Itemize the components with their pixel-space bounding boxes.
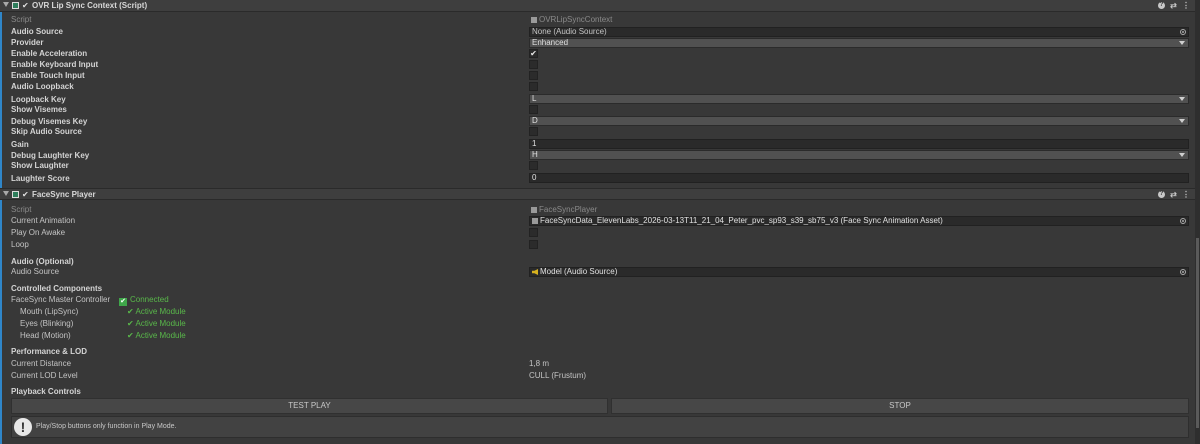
help-icon[interactable]: ?	[1158, 191, 1165, 198]
module-label: Eyes (Blinking)	[20, 319, 74, 328]
audio-source-field[interactable]: None (Audio Source)	[529, 27, 1189, 37]
module-label: Mouth (LipSync)	[20, 307, 79, 316]
gain-label: Gain	[11, 140, 29, 149]
object-picker-icon[interactable]	[1180, 269, 1186, 275]
chevron-down-icon	[1179, 41, 1185, 45]
gain-field[interactable]: 1	[529, 139, 1189, 149]
speaker-icon	[532, 269, 538, 275]
component-title: FaceSync Player	[32, 190, 96, 199]
enable-touch-label: Enable Touch Input	[11, 71, 85, 80]
script-asset-icon	[531, 17, 537, 23]
debug-laughter-key-dropdown[interactable]: H	[529, 150, 1189, 160]
show-laughter-checkbox[interactable]	[529, 161, 538, 170]
script-field: OVRLipSyncContext	[529, 15, 1189, 25]
controlled-components-header: Controlled Components	[11, 284, 103, 293]
enable-keyboard-checkbox[interactable]	[529, 60, 538, 69]
performance-lod-header: Performance & LOD	[11, 347, 88, 356]
loop-checkbox[interactable]	[529, 240, 538, 249]
enable-acceleration-checkbox[interactable]: ✔	[529, 49, 538, 58]
show-laughter-label: Show Laughter	[11, 161, 69, 170]
current-lod-value: CULL (Frustum)	[529, 371, 587, 380]
skip-audio-source-checkbox[interactable]	[529, 127, 538, 136]
current-animation-label: Current Animation	[11, 216, 76, 225]
scrollbar-thumb[interactable]	[1196, 238, 1199, 428]
object-picker-icon[interactable]	[1180, 218, 1186, 224]
playback-controls-header: Playback Controls	[11, 387, 81, 396]
master-controller-label: FaceSync Master Controller	[11, 295, 111, 304]
help-icon[interactable]: ?	[1158, 2, 1165, 9]
foldout-arrow-icon[interactable]	[3, 2, 9, 7]
script-field: FaceSyncPlayer	[529, 205, 1189, 215]
chevron-down-icon	[1179, 97, 1185, 101]
facesync-component-header[interactable]: ✔ FaceSync Player ? ⇄ ⋮	[0, 188, 1200, 200]
help-text: Play/Stop buttons only function in Play …	[36, 423, 177, 430]
play-on-awake-label: Play On Awake	[11, 228, 66, 237]
script-label: Script	[11, 205, 32, 214]
check-icon: ✔	[127, 319, 134, 328]
audio-source-label: Audio Source	[11, 27, 64, 36]
script-component-icon	[12, 191, 19, 198]
presets-icon[interactable]: ⇄	[1170, 2, 1177, 10]
audio-loopback-label: Audio Loopback	[11, 82, 74, 91]
object-picker-icon[interactable]	[1180, 29, 1186, 35]
current-animation-field[interactable]: FaceSyncData_ElevenLabs_2026-03-13T11_21…	[529, 216, 1189, 226]
chevron-down-icon	[1179, 153, 1185, 157]
script-asset-icon	[531, 207, 537, 213]
show-visemes-checkbox[interactable]	[529, 105, 538, 114]
presets-icon[interactable]: ⇄	[1170, 191, 1177, 199]
enable-acceleration-label: Enable Acceleration	[11, 49, 88, 58]
asset-icon	[532, 218, 538, 224]
context-menu-icon[interactable]: ⋮	[1182, 2, 1190, 10]
module-status: ✔ Active Module	[127, 331, 186, 340]
test-play-button[interactable]: TEST PLAY	[11, 398, 608, 414]
script-label: Script	[11, 15, 32, 24]
inspector-scrollbar[interactable]	[1195, 0, 1200, 444]
play-on-awake-checkbox[interactable]	[529, 228, 538, 237]
foldout-arrow-icon[interactable]	[3, 191, 9, 196]
skip-audio-source-label: Skip Audio Source	[11, 127, 82, 136]
audio-source-label: Audio Source	[11, 267, 60, 276]
script-component-icon	[12, 2, 19, 9]
provider-dropdown[interactable]: Enhanced	[529, 38, 1189, 48]
component-title: OVR Lip Sync Context (Script)	[32, 1, 148, 10]
module-label: Head (Motion)	[20, 331, 71, 340]
check-icon: ✔	[127, 331, 134, 340]
module-status: ✔ Active Module	[127, 307, 186, 316]
stop-button[interactable]: STOP	[611, 398, 1189, 414]
laughter-score-field[interactable]: 0	[529, 173, 1189, 183]
selection-bar	[0, 0, 2, 444]
debug-visemes-key-dropdown[interactable]: D	[529, 116, 1189, 126]
current-lod-label: Current LOD Level	[11, 371, 78, 380]
enable-touch-checkbox[interactable]	[529, 71, 538, 80]
module-status: ✔ Active Module	[127, 319, 186, 328]
current-distance-label: Current Distance	[11, 359, 72, 368]
loop-label: Loop	[11, 240, 29, 249]
ovr-component-header[interactable]: ✔ OVR Lip Sync Context (Script) ? ⇄ ⋮	[0, 0, 1200, 12]
loopback-key-dropdown[interactable]: L	[529, 94, 1189, 104]
context-menu-icon[interactable]: ⋮	[1182, 191, 1190, 199]
provider-label: Provider	[11, 38, 44, 47]
master-controller-status: ✔ Connected	[119, 295, 169, 306]
enable-keyboard-label: Enable Keyboard Input	[11, 60, 99, 69]
current-distance-value: 1,8 m	[529, 359, 550, 368]
checkbox-checked-icon: ✔	[119, 298, 127, 306]
audio-source-field[interactable]: Model (Audio Source)	[529, 267, 1189, 277]
check-icon: ✔	[127, 307, 134, 316]
show-visemes-label: Show Visemes	[11, 105, 67, 114]
component-enabled-checkbox[interactable]: ✔	[22, 0, 29, 11]
audio-loopback-checkbox[interactable]	[529, 82, 538, 91]
info-icon: !	[14, 418, 32, 436]
component-enabled-checkbox[interactable]: ✔	[22, 189, 29, 200]
chevron-down-icon	[1179, 119, 1185, 123]
laughter-score-label: Laughter Score	[11, 174, 70, 183]
help-box: ! Play/Stop buttons only function in Pla…	[11, 416, 1189, 438]
